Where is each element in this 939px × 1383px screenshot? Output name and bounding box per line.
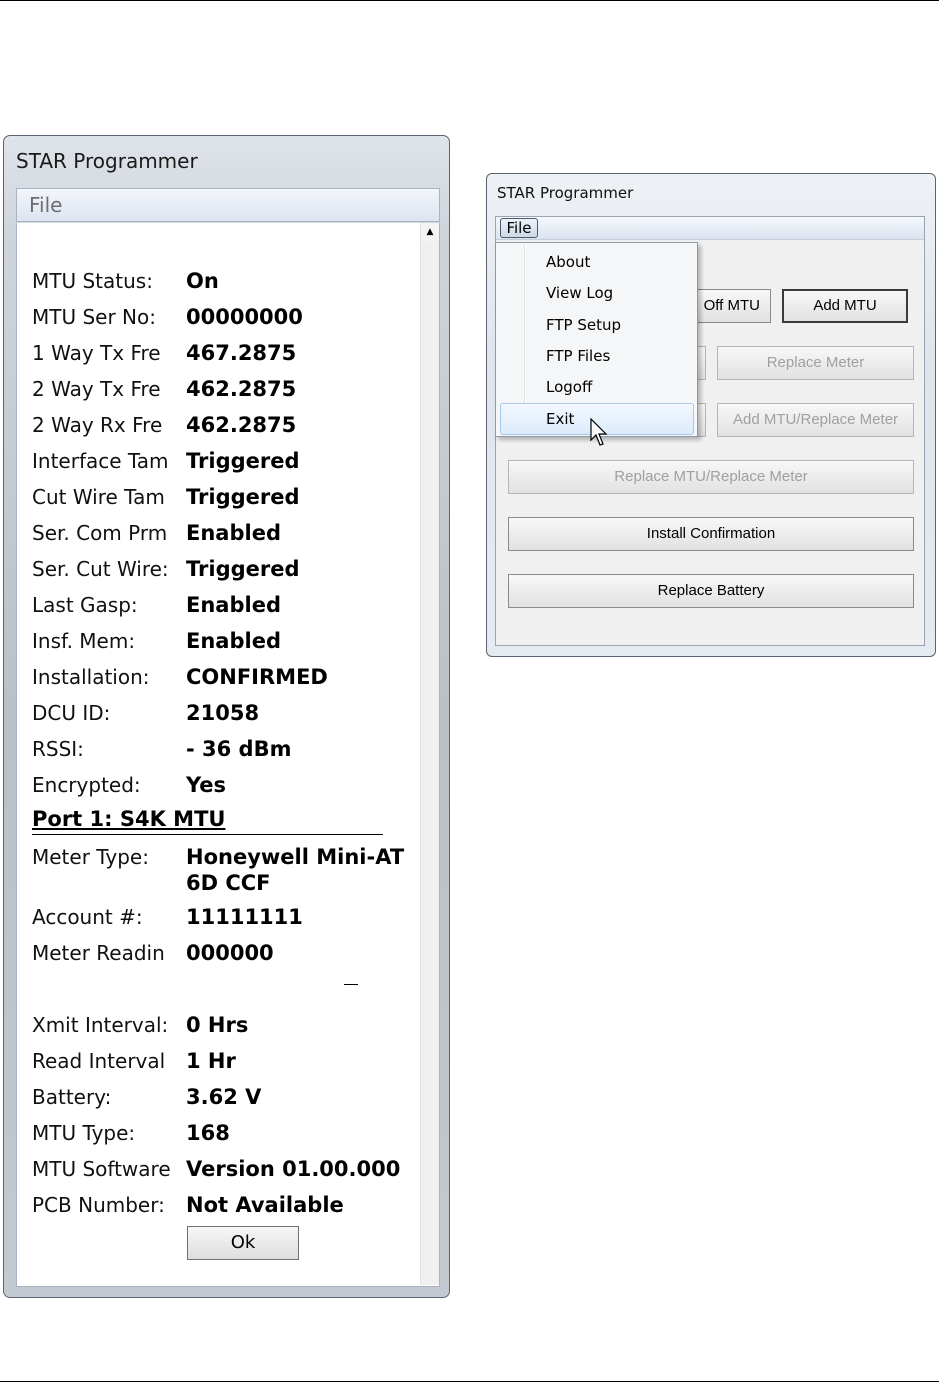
- field-value: Version 01.00.000: [186, 1157, 401, 1181]
- field-label: MTU Type:: [32, 1121, 136, 1145]
- field-label: Read Interval: [32, 1049, 166, 1073]
- field-label: Cut Wire Tam: [32, 485, 165, 509]
- menu-file[interactable]: File: [500, 218, 538, 238]
- field-label: Ser. Com Prm: [32, 521, 168, 545]
- replace-battery-button[interactable]: Replace Battery: [508, 574, 914, 608]
- field-value: - 36 dBm: [186, 737, 292, 761]
- field-value: 6D CCF: [186, 871, 271, 895]
- field-label: DCU ID:: [32, 701, 111, 725]
- field-label: RSSI:: [32, 737, 84, 761]
- field-value: 1 Hr: [186, 1049, 236, 1073]
- port-header: Port 1: S4K MTU: [32, 804, 383, 835]
- menu-bar: File: [496, 217, 924, 240]
- port-header-text: Port 1: S4K MTU: [32, 807, 226, 831]
- field-value: Triggered: [186, 485, 300, 509]
- status-panel: ▲ MTU Status: On MTU Ser No: 00000000 1 …: [16, 223, 440, 1287]
- add-mtu-button[interactable]: Add MTU: [782, 289, 908, 323]
- field-label: 2 Way Tx Fre: [32, 377, 161, 401]
- field-label: Interface Tam: [32, 449, 169, 473]
- separator-dash: [344, 984, 358, 985]
- field-value: 11111111: [186, 905, 303, 929]
- install-confirmation-button[interactable]: Install Confirmation: [508, 517, 914, 551]
- field-value: 0 Hrs: [186, 1013, 249, 1037]
- field-label: Last Gasp:: [32, 593, 138, 617]
- field-label: Battery:: [32, 1085, 112, 1109]
- menu-item-ftp-setup[interactable]: FTP Setup: [546, 313, 621, 337]
- field-value: Enabled: [186, 629, 281, 653]
- menu-file[interactable]: File: [29, 193, 62, 217]
- field-value: 168: [186, 1121, 230, 1145]
- field-label: 2 Way Rx Fre: [32, 413, 163, 437]
- field-row: MTU Software Version 01.00.000: [32, 1152, 417, 1186]
- field-label: Insf. Mem:: [32, 629, 136, 653]
- field-value: Not Available: [186, 1193, 344, 1217]
- field-label: Meter Readin: [32, 941, 165, 965]
- field-label: Encrypted:: [32, 773, 141, 797]
- field-value: 00000000: [186, 305, 303, 329]
- menu-item-about[interactable]: About: [546, 250, 590, 274]
- field-value: Enabled: [186, 593, 281, 617]
- mtu-status-window: STAR Programmer File ▲ MTU Status: On MT…: [3, 135, 450, 1298]
- menu-bar: File: [16, 188, 440, 222]
- turn-off-mtu-label: Off MTU: [703, 297, 760, 314]
- field-value: Triggered: [186, 449, 300, 473]
- menu-item-view-log[interactable]: View Log: [546, 281, 613, 305]
- field-value: 462.2875: [186, 413, 297, 437]
- field-value: 462.2875: [186, 377, 297, 401]
- window-title: STAR Programmer: [16, 149, 198, 173]
- page-top-rule: [0, 0, 939, 1]
- replace-mtu-replace-meter-button[interactable]: Replace MTU/Replace Meter: [508, 460, 914, 494]
- replace-meter-button[interactable]: Replace Meter: [717, 346, 914, 380]
- field-label: PCB Number:: [32, 1193, 165, 1217]
- field-label: Meter Type:: [32, 845, 149, 869]
- field-value: 000000: [186, 941, 274, 965]
- file-dropdown-menu: About View Log FTP Setup FTP Files Logof…: [495, 242, 698, 437]
- field-label: Account #:: [32, 905, 143, 929]
- menu-item-ftp-files[interactable]: FTP Files: [546, 344, 610, 368]
- field-value: 3.62 V: [186, 1085, 262, 1109]
- field-value: Triggered: [186, 557, 300, 581]
- window-title: STAR Programmer: [497, 184, 634, 202]
- field-label: 1 Way Tx Fre: [32, 341, 161, 365]
- vertical-scrollbar[interactable]: ▲: [420, 223, 439, 1285]
- field-label: Ser. Cut Wire:: [32, 557, 169, 581]
- field-value: Enabled: [186, 521, 281, 545]
- menu-item-exit[interactable]: Exit: [546, 407, 574, 431]
- mouse-pointer-icon: [590, 418, 608, 446]
- add-mtu-replace-meter-button[interactable]: Add MTU/Replace Meter: [717, 403, 914, 437]
- field-value: On: [186, 269, 219, 293]
- field-label: MTU Status:: [32, 269, 153, 293]
- field-value: Yes: [186, 773, 227, 797]
- field-label: Installation:: [32, 665, 150, 689]
- field-value: 21058: [186, 701, 260, 725]
- field-label: MTU Software: [32, 1157, 171, 1181]
- scroll-up-arrow-icon[interactable]: ▲: [421, 223, 439, 241]
- ok-button[interactable]: Ok: [187, 1226, 299, 1260]
- field-value: 467.2875: [186, 341, 297, 365]
- page-bottom-rule: [0, 1381, 939, 1382]
- field-label: MTU Ser No:: [32, 305, 156, 329]
- field-label: Xmit Interval:: [32, 1013, 169, 1037]
- menu-item-logoff[interactable]: Logoff: [546, 375, 592, 399]
- field-value: CONFIRMED: [186, 665, 328, 689]
